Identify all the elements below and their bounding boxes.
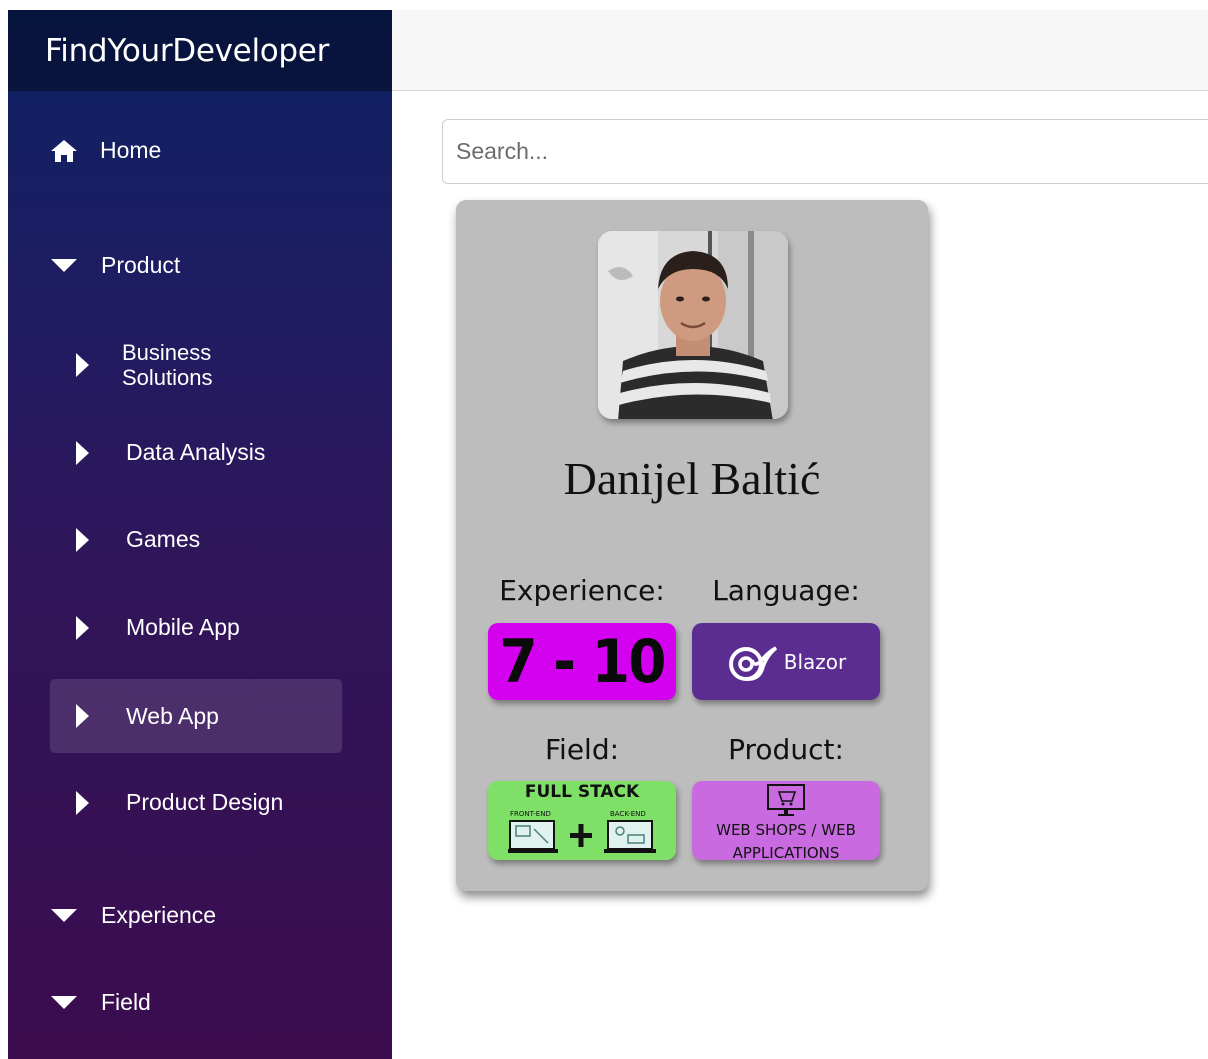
sidebar-item-label: Mobile App bbox=[126, 614, 240, 640]
sidebar-item-product[interactable]: Product bbox=[51, 253, 180, 278]
web-shop-icon bbox=[767, 784, 805, 816]
language-badge: Blazor bbox=[692, 623, 880, 700]
sidebar-item-label-line1: Business bbox=[122, 340, 212, 365]
avatar bbox=[598, 231, 788, 419]
avatar-photo bbox=[598, 231, 788, 419]
sidebar-item-data-analysis[interactable]: Data Analysis bbox=[76, 440, 265, 465]
sidebar-item-label: Web App bbox=[126, 702, 219, 729]
sidebar-item-web-app[interactable]: Web App bbox=[50, 679, 342, 753]
caret-down-icon bbox=[51, 996, 77, 1009]
sidebar-item-label: Home bbox=[100, 137, 162, 163]
sidebar-item-label-line2: Solutions bbox=[122, 365, 213, 390]
experience-badge: 7 - 10 bbox=[488, 623, 676, 700]
search-input[interactable] bbox=[442, 119, 1208, 184]
caret-right-icon bbox=[76, 527, 89, 552]
sidebar-item-label: Business Solutions bbox=[122, 340, 213, 390]
experience-value: 7 - 10 bbox=[499, 626, 666, 697]
sidebar-item-label: Data Analysis bbox=[126, 439, 266, 465]
sidebar: FindYourDeveloper Home Product Business … bbox=[8, 10, 392, 1059]
field-value: FULL STACK bbox=[524, 782, 640, 802]
field-badge: FULL STACK FRONT-END BACK-END bbox=[488, 781, 676, 860]
blazor-logo-icon bbox=[728, 645, 777, 681]
product-badge: WEB SHOPS / WEB APPLICATIONS bbox=[692, 781, 880, 860]
developer-card[interactable]: Danijel Baltić Experience: Language: 7 -… bbox=[456, 200, 928, 891]
sidebar-item-label: Field bbox=[101, 989, 151, 1015]
experience-label: Experience: bbox=[499, 574, 665, 607]
field-label: Field: bbox=[544, 733, 620, 766]
product-label: Product: bbox=[728, 733, 844, 766]
app-title[interactable]: FindYourDeveloper bbox=[45, 33, 329, 69]
sidebar-item-label: Product Design bbox=[126, 789, 284, 815]
caret-down-icon bbox=[51, 909, 77, 922]
developer-name: Danijel Baltić bbox=[563, 453, 821, 504]
sidebar-item-label: Experience bbox=[101, 902, 217, 928]
home-icon bbox=[51, 139, 77, 162]
sidebar-item-business-solutions[interactable]: Business Solutions bbox=[76, 340, 213, 390]
front-back-end-icon bbox=[508, 820, 656, 853]
sidebar-item-home[interactable]: Home bbox=[50, 138, 161, 163]
sidebar-item-mobile-app[interactable]: Mobile App bbox=[76, 615, 240, 640]
caret-right-icon bbox=[76, 353, 89, 377]
caret-right-icon bbox=[76, 790, 89, 815]
brand-header: FindYourDeveloper bbox=[8, 10, 392, 91]
product-value-line2: APPLICATIONS bbox=[732, 844, 840, 860]
field-front-label: FRONT-END bbox=[510, 810, 551, 818]
sidebar-item-label: Product bbox=[101, 252, 181, 278]
field-back-label: BACK-END bbox=[610, 810, 646, 818]
sidebar-item-product-design[interactable]: Product Design bbox=[76, 790, 283, 815]
caret-right-icon bbox=[76, 615, 89, 640]
caret-right-icon bbox=[76, 440, 89, 465]
caret-down-icon bbox=[51, 259, 77, 272]
sidebar-item-experience[interactable]: Experience bbox=[51, 903, 216, 928]
product-value-line1: WEB SHOPS / WEB bbox=[716, 821, 856, 839]
product-value: WEB SHOPS / WEB APPLICATIONS bbox=[692, 819, 880, 860]
top-bar bbox=[392, 10, 1208, 91]
language-value: Blazor bbox=[783, 649, 847, 674]
sidebar-item-field[interactable]: Field bbox=[51, 990, 151, 1015]
caret-right-icon bbox=[76, 704, 89, 728]
language-label: Language: bbox=[712, 574, 860, 607]
sidebar-item-label: Games bbox=[126, 526, 201, 552]
sidebar-item-games[interactable]: Games bbox=[76, 527, 200, 552]
